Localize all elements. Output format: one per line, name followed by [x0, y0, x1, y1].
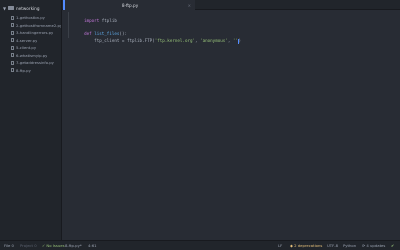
keyword-import: import — [84, 18, 100, 23]
github-icon[interactable]: ✔ — [391, 244, 394, 248]
status-issues[interactable]: ✓ No Issues — [42, 244, 65, 248]
file-item[interactable]: 1-gethostbn.py — [0, 14, 61, 22]
indent-guide — [68, 12, 69, 38]
file-label: 4-server.py — [16, 37, 38, 43]
editor[interactable]: import ftplib def list_files(): ftp_clie… — [62, 10, 400, 240]
file-item[interactable]: 2-gethostfromname2.py — [0, 22, 61, 30]
file-item[interactable]: 7-getaddressinfo.py — [0, 59, 61, 67]
string-literal: 'anonymous' — [200, 38, 228, 43]
file-icon — [11, 60, 14, 65]
file-icon — [11, 68, 14, 73]
code-text: ftp_client = ftplib.FTP( — [84, 38, 155, 43]
code-line-3: ftp_client = ftplib.FTP('ftp.kernel.org'… — [74, 33, 241, 49]
tree-root-networking[interactable]: ▼ networking — [0, 3, 61, 13]
folder-icon — [8, 6, 14, 10]
file-item[interactable]: 8-ftp.py — [0, 67, 61, 75]
tab-label: 8-ftp.py — [121, 2, 139, 8]
status-grammar[interactable]: Python — [343, 244, 356, 248]
status-file[interactable]: File 0 — [4, 244, 14, 248]
file-item[interactable]: 5-client.py — [0, 44, 61, 52]
file-icon — [11, 15, 14, 20]
file-label: 8-ftp.py — [16, 67, 31, 73]
file-item[interactable]: 4-server.py — [0, 37, 61, 45]
status-charset[interactable]: UTF-8 — [327, 244, 338, 248]
status-deprecations[interactable]: ◆ 2 deprecations — [290, 244, 322, 248]
tab-8-ftp[interactable]: 8-ftp.py × — [63, 0, 195, 10]
status-bar: File 0 Project 0 ✓ No Issues 8-ftp.py* 4… — [0, 240, 400, 250]
file-item[interactable]: 6-whatismyip.py — [0, 52, 61, 60]
file-label: 1-gethostbn.py — [16, 15, 45, 21]
file-label: 2-gethostfromname2.py — [16, 22, 61, 28]
tree-view: ▼ networking 1-gethostbn.py 2-gethostfro… — [0, 0, 62, 240]
file-label: 7-getaddressinfo.py — [16, 60, 54, 66]
file-label: 5-client.py — [16, 45, 37, 51]
status-line-ending[interactable]: LF — [278, 244, 282, 248]
file-icon — [11, 53, 14, 58]
string-literal: 'ftp.kernel.org' — [154, 38, 196, 43]
file-label: 3-handlingerrors.py — [16, 30, 54, 36]
file-icon — [11, 38, 14, 43]
tab-bar: 8-ftp.py × — [62, 0, 400, 10]
code-text: ) — [238, 38, 242, 43]
status-project[interactable]: Project 0 — [20, 244, 37, 248]
close-icon[interactable]: × — [188, 3, 191, 8]
file-label: 6-whatismyip.py — [16, 52, 48, 58]
file-item[interactable]: 3-handlingerrors.py — [0, 29, 61, 37]
status-updates[interactable]: ⟳ 4 updates — [362, 244, 385, 248]
file-icon — [11, 45, 14, 50]
file-list: 1-gethostbn.py 2-gethostfromname2.py 3-h… — [0, 14, 61, 74]
file-icon — [11, 23, 14, 28]
file-icon — [11, 30, 14, 35]
tree-root-label: networking — [16, 5, 40, 11]
status-filename: 8-ftp.py* — [65, 243, 82, 248]
code-text: ftplib — [99, 18, 117, 23]
status-cursor-position[interactable]: 4:61 — [88, 244, 97, 248]
